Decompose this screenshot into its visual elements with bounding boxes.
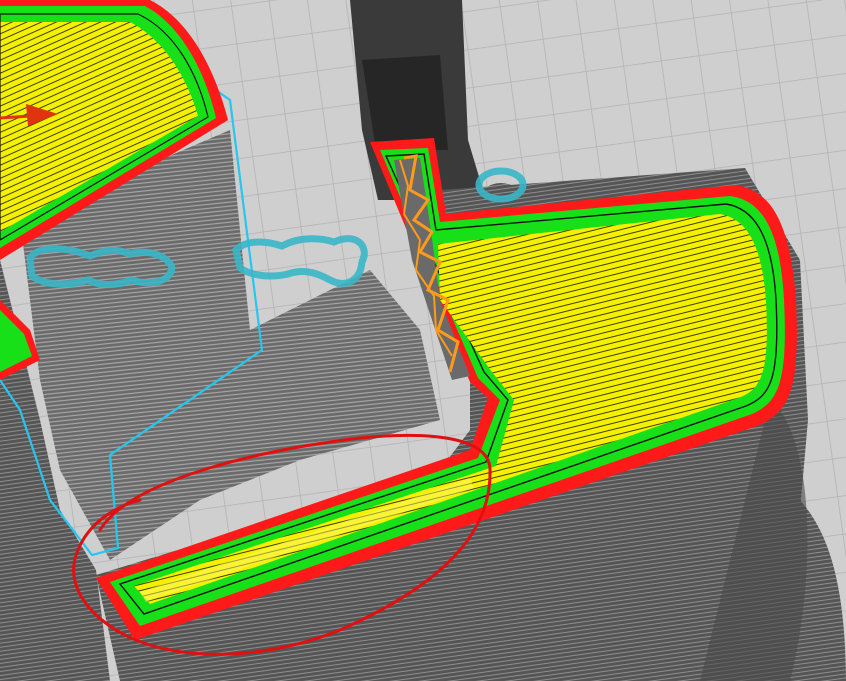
direction-arrow-line [0,114,31,120]
3d-viewport[interactable] [0,0,846,681]
layer-preview-canvas[interactable] [0,0,846,681]
rear-tower-inner [362,55,448,150]
